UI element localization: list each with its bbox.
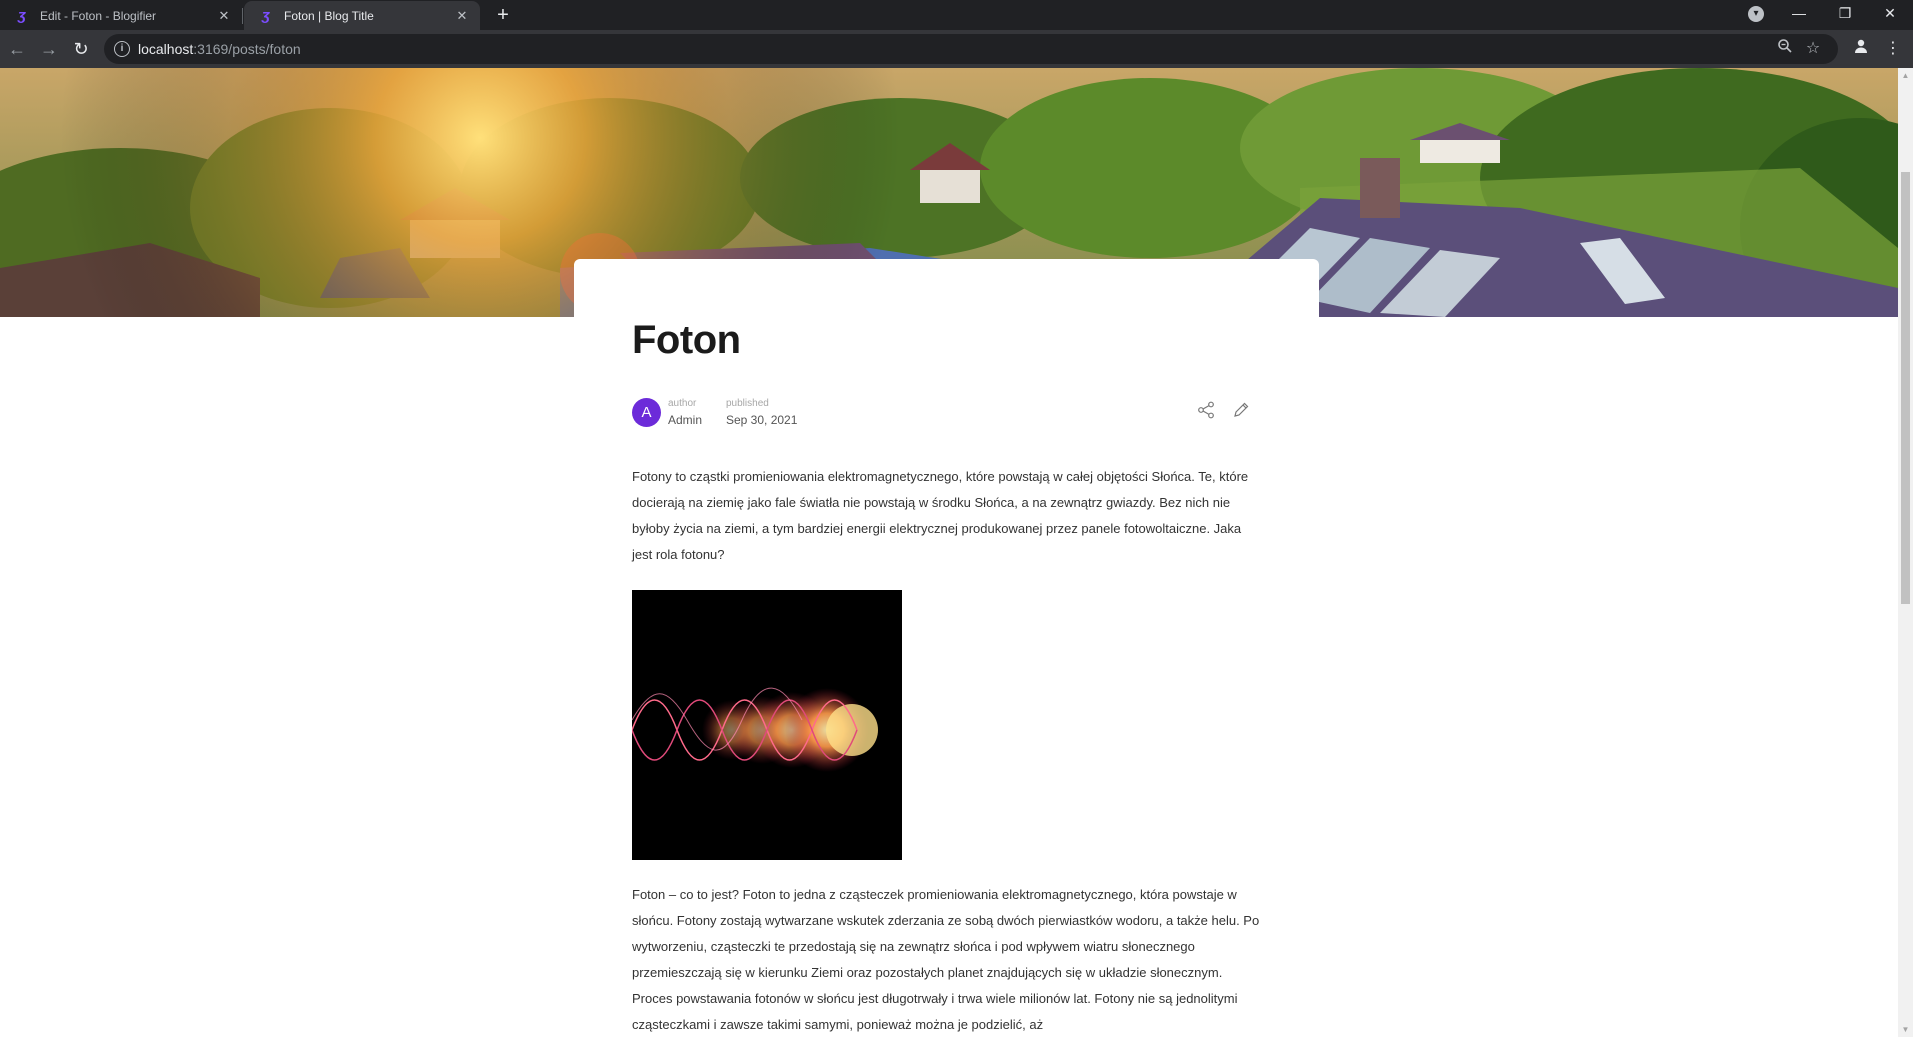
tab-title: Edit - Foton - Blogifier [40, 8, 157, 23]
reload-icon[interactable]: ↻ [70, 38, 92, 60]
back-arrow-icon[interactable]: ← [6, 38, 28, 60]
tab-foton-blog[interactable]: ʒ Foton | Blog Title ✕ [244, 1, 480, 30]
post-title: Foton [632, 318, 741, 362]
author-label: author [668, 398, 697, 409]
browser-tab-bar: ʒ Edit - Foton - Blogifier ✕ ʒ Foton | B… [0, 0, 1913, 30]
blogifier-logo-icon: ʒ [18, 6, 26, 24]
blogifier-logo-icon: ʒ [262, 6, 270, 24]
post-paragraph: Fotony to cząstki promieniowania elektro… [632, 469, 1249, 562]
page-scrollbar[interactable]: ▲ ▼ [1898, 68, 1913, 1037]
zoom-icon[interactable] [1774, 38, 1796, 60]
share-icon[interactable] [1194, 400, 1218, 424]
url-text[interactable]: localhost:3169/posts/foton [138, 41, 301, 57]
tab-title: Foton | Blog Title [284, 8, 374, 23]
photon-illustration-image [632, 590, 902, 860]
forward-arrow-icon[interactable]: → [38, 38, 60, 60]
close-icon[interactable]: ✕ [454, 8, 470, 24]
edit-pencil-icon[interactable] [1229, 400, 1253, 424]
more-menu-icon[interactable]: ⋮ [1882, 38, 1904, 60]
close-window-button[interactable]: ✕ [1867, 0, 1913, 30]
avatar[interactable]: A [632, 398, 661, 427]
scroll-up-arrow-icon[interactable]: ▲ [1898, 68, 1913, 83]
post-paragraph: Foton – co to jest? Foton to jedna z czą… [632, 887, 1260, 1032]
tab-separator [242, 8, 243, 24]
tab-edit-foton[interactable]: ʒ Edit - Foton - Blogifier ✕ [0, 1, 242, 30]
published-label: published [726, 398, 769, 409]
browser-toolbar: ← → ↻ i localhost:3169/posts/foton ☆ ⋮ [0, 30, 1913, 68]
page-viewport: Foton A author Admin published Sep 30, 2… [0, 68, 1898, 1037]
address-bar[interactable]: i localhost:3169/posts/foton ☆ [104, 34, 1838, 64]
author-block: author Admin [668, 398, 702, 428]
published-date: Sep 30, 2021 [726, 413, 798, 427]
post-meta: A author Admin published Sep 30, 2021 [632, 398, 1264, 430]
site-info-icon[interactable]: i [114, 41, 130, 57]
author-name[interactable]: Admin [668, 412, 702, 428]
new-tab-button[interactable]: + [490, 4, 516, 26]
scroll-thumb[interactable] [1901, 172, 1910, 604]
close-icon[interactable]: ✕ [216, 8, 232, 24]
restore-button[interactable]: ❐ [1822, 0, 1868, 30]
minimize-button[interactable]: — [1776, 0, 1822, 30]
tab-search-icon[interactable]: ▾ [1748, 6, 1764, 22]
post-card-top [574, 259, 1319, 319]
bookmark-star-icon[interactable]: ☆ [1802, 38, 1824, 60]
published-block: published Sep 30, 2021 [726, 398, 797, 428]
scroll-down-arrow-icon[interactable]: ▼ [1898, 1022, 1913, 1037]
profile-icon[interactable] [1850, 38, 1872, 60]
